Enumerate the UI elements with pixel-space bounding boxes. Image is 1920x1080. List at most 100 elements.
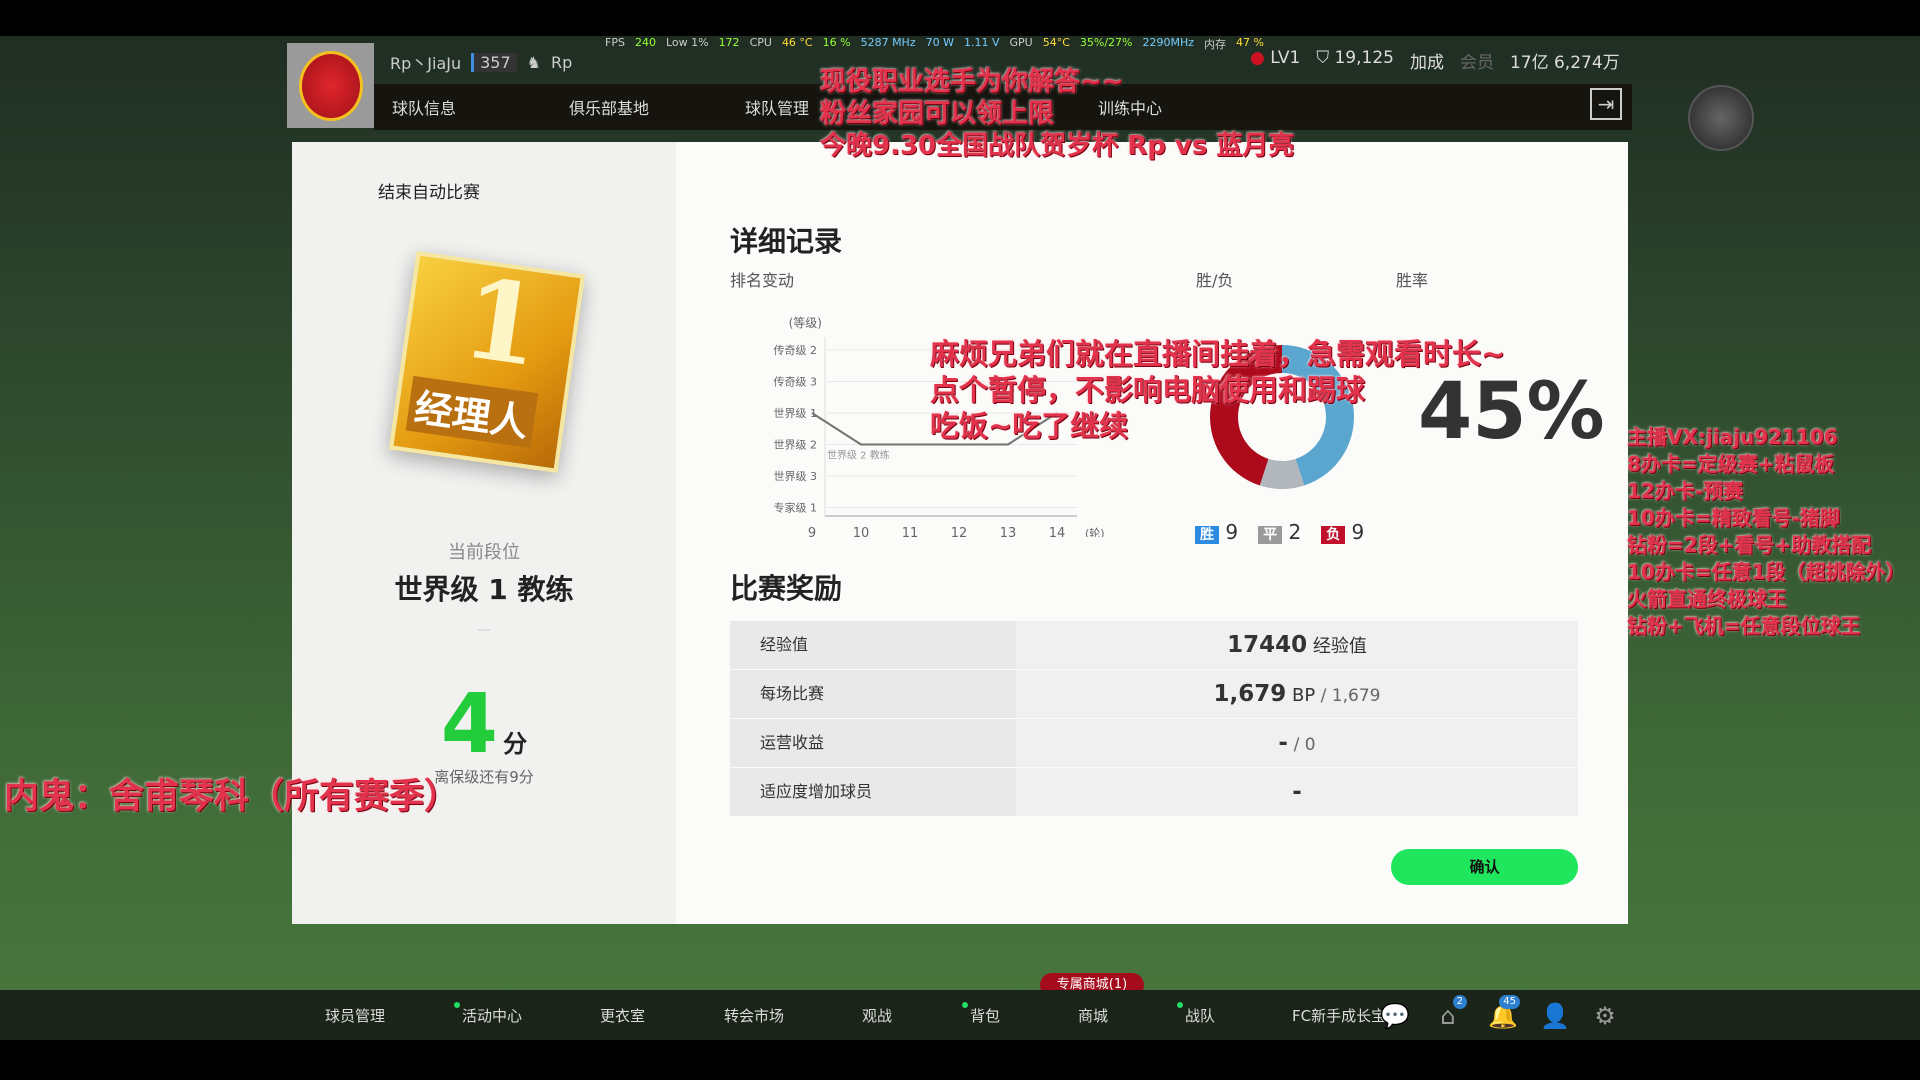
manager-badge-icon: 1 经理人 [388,251,586,473]
bottom-nav-item[interactable]: 战队 [1185,1005,1215,1026]
current-rank: 世界级 1 教练 [394,573,574,606]
overlay-left: 内鬼：舍甫琴科（所有赛季） [4,777,460,817]
reward-unit: 经验值 [1312,636,1367,657]
match-result-modal: 结束自动比赛 1 经理人 当前段位 世界级 1 教练 — 4 分 离保级还有9分 … [292,142,1628,924]
top-black-bar [0,0,1920,36]
score: 4 分 [292,677,676,772]
low: 172 [718,36,740,49]
reward-label: 每场比赛 [730,670,1016,718]
reward-value: 17440 经验值 [1016,621,1578,669]
club-name: Rp [551,52,573,72]
reward-extra: / 0 [1293,735,1316,755]
win-loss-label: 胜/负 [1196,271,1234,290]
club-icon: ♞ [526,52,541,72]
legend-item: 负 9 [1321,520,1364,544]
gpu-label: GPU [1009,36,1033,49]
score-unit: 分 [503,730,528,758]
end-auto-match-title: 结束自动比赛 [378,183,480,203]
y-axis-label: (等级) [789,316,822,330]
shield-icon: ⛉ [1316,48,1330,68]
reward-value: - / 0 [1016,719,1578,767]
overlay-line: 粉丝家园可以领上限 [820,99,1055,129]
overlay-line: 火箭直通终极球王 [1627,587,1787,611]
score-value: 4 [440,677,498,772]
power: 70 W [925,36,954,49]
avatar[interactable] [1688,85,1754,151]
chat-icon[interactable]: 💬 [1380,1003,1410,1029]
nav-team-info[interactable]: 球队信息 [392,95,456,119]
overlay-right: 主播VX:jiaju921106 8办卡=定级赛+粘鼠板 12办卡-预赛 10办卡=精… [1627,424,1906,640]
bottom-black-bar [0,1040,1920,1080]
team-level: 357 [471,52,517,72]
nav-club-base[interactable]: 俱乐部基地 [569,95,649,119]
reward-value: 1,679 BP / 1,679 [1016,670,1578,718]
home-icon[interactable]: ⌂ 2 [1435,995,1467,1029]
bottom-nav-item[interactable]: 观战 [862,1005,892,1026]
x-tick-label: 11 [902,526,919,537]
bottom-nav-item[interactable]: 商城 [1078,1005,1108,1026]
legend-swatch: 负 [1321,526,1346,544]
nav-team-manage[interactable]: 球队管理 [745,95,809,119]
reward-unit: BP [1292,685,1316,706]
overlay-line: 10办卡=任意1段（超挑除外） [1627,560,1906,584]
exit-icon[interactable]: ⇥ [1590,88,1622,120]
bottom-nav-item[interactable]: 转会市场 [724,1005,784,1026]
current-rank-label: 当前段位 [448,542,520,563]
overlay-line: 8办卡=定级赛+粘鼠板 [1627,452,1835,476]
new-dot-icon [962,1002,968,1008]
mem-label: 内存 [1204,38,1227,51]
level-icon: ● [1250,48,1265,68]
new-dot-icon [1177,1002,1183,1008]
x-tick-label: 13 [1000,526,1017,537]
confirm-button[interactable]: 确认 [1391,849,1578,885]
x-tick-label: 12 [951,526,968,537]
reward-row: 经验值 17440 经验值 [730,621,1578,669]
resources: ● LV1 ⛉ 19,125 加成 会员 17亿 6,274万 [1250,48,1620,73]
overlay-line: 点个暂停，不影响电脑使用和踢球 [930,373,1366,407]
level-text: LV1 [1270,48,1301,68]
x-axis-label: (轮) [1085,526,1105,537]
bonus[interactable]: 加成 [1410,48,1444,73]
bottom-nav-item[interactable]: FC新手成长宝 [1292,1005,1386,1026]
reward-value: - [1016,768,1578,816]
fps: 240 [634,36,656,49]
club-crest-icon [298,50,363,121]
bottom-nav-item[interactable]: 球员管理 [325,1005,385,1026]
reward-label: 经验值 [730,621,1016,669]
overlay-line: 麻烦兄弟们就在直播间挂着，急需观看时长~ [930,337,1506,371]
overlay-middle: 麻烦兄弟们就在直播间挂着，急需观看时长~ 点个暂停，不影响电脑使用和踢球 吃饭~吃了… [930,336,1505,444]
cpu-clock: 5287 MHz [860,36,916,49]
bottom-nav-item[interactable]: 更衣室 [600,1005,645,1026]
rewards-table: 经验值 17440 经验值 每场比赛 1,679 BP / 1,679 运营收益 - / … [730,621,1578,817]
overlay-line: 现役职业选手为你解答~~ [820,67,1124,97]
bell-icon[interactable]: 🔔 45 [1488,995,1520,1029]
overlay-line: 钻粉=2段+看号+助教搭配 [1627,533,1872,557]
team-name: Rp丶JiaJu [390,54,462,73]
fps-label: FPS [605,36,625,49]
volt: 1.11 V [963,36,1000,49]
legend-value: 2 [1288,520,1302,544]
profile-icon[interactable]: 👤 [1540,1003,1570,1029]
bottom-nav-item[interactable]: 活动中心 [462,1005,522,1026]
bottom-nav-item[interactable]: 背包 [970,1005,1000,1026]
y-tick-label: 专家级 1 [774,501,818,515]
reward-amount: 1,679 [1213,681,1287,707]
cpu-use: 16 % [822,36,851,49]
divider: — [477,622,491,638]
rewards-title: 比赛奖励 [730,572,843,605]
y-tick-label: 世界级 3 [774,470,818,483]
overlay-line: 钻粉+飞机=任意段位球王 [1627,614,1861,638]
reward-row: 每场比赛 1,679 BP / 1,679 [730,670,1578,718]
reward-extra: / 1,679 [1315,686,1381,706]
team-logo[interactable] [287,43,374,128]
detail-title: 详细记录 [730,225,843,258]
legend-item: 胜 9 [1195,520,1238,544]
member[interactable]: 会员 [1460,48,1494,73]
gear-icon[interactable]: ⚙ [1592,1003,1618,1029]
gpu-temp: 54°C [1042,36,1070,49]
legend-item: 平 2 [1258,520,1301,544]
reward-amount: 17440 [1227,632,1308,658]
winrate-label: 胜率 [1396,271,1429,290]
y-tick-label: 世界级 2 [774,439,818,452]
badge-number: 1 [455,252,549,392]
